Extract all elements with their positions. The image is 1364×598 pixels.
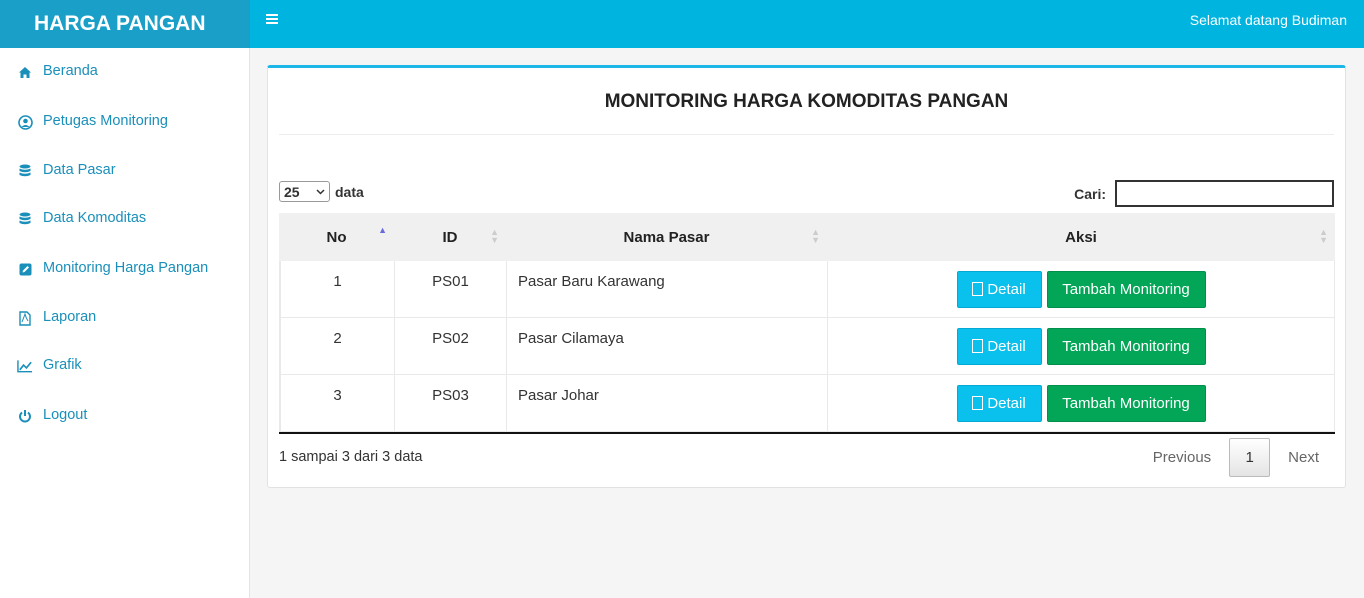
table-row: 1 PS01 Pasar Baru Karawang Detail Tambah…: [279, 261, 1335, 318]
sidebar-item-beranda[interactable]: Beranda: [0, 52, 249, 92]
table-header: No ▲ ID ▲ ▼ Nama Pasar ▲ ▼ Aksi ▲ ▼: [279, 213, 1335, 261]
file-icon: [972, 396, 984, 410]
cell-no: 3: [279, 375, 394, 432]
detail-button-label: Detail: [987, 280, 1026, 298]
monitoring-panel: MONITORING HARGA KOMODITAS PANGAN 25 dat…: [267, 65, 1346, 488]
sidebar-item-label: Grafik: [43, 357, 82, 373]
cell-no: 1: [279, 261, 394, 318]
table-row: 3 PS03 Pasar Johar Detail Tambah Monitor…: [279, 375, 1335, 432]
detail-button-label: Detail: [987, 394, 1026, 412]
sidebar-item-label: Petugas Monitoring: [43, 113, 168, 129]
page-length-select[interactable]: 25: [279, 181, 330, 202]
column-header-no[interactable]: No ▲: [279, 213, 394, 261]
sidebar-item-label: Monitoring Harga Pangan: [43, 260, 209, 276]
cell-id: PS01: [394, 261, 506, 318]
page-length-value: 25: [284, 183, 300, 200]
table-info: 1 sampai 3 dari 3 data: [279, 449, 423, 465]
pasar-table: No ▲ ID ▲ ▼ Nama Pasar ▲ ▼ Aksi ▲ ▼ 1 PS01 …: [279, 213, 1335, 434]
cell-aksi: Detail Tambah Monitoring: [827, 261, 1335, 318]
welcome-text: Selamat datang Budiman: [1189, 12, 1347, 28]
column-header-label: ID: [442, 228, 458, 246]
home-icon: [17, 64, 33, 80]
page-title: MONITORING HARGA KOMODITAS PANGAN: [604, 91, 1009, 112]
sidebar-item-label: Laporan: [43, 309, 97, 325]
sidebar-item-label: Data Komoditas: [43, 210, 147, 226]
sidebar-item-petugas-monitoring[interactable]: Petugas Monitoring: [0, 102, 249, 142]
sidebar-item-monitoring-harga-pangan[interactable]: Monitoring Harga Pangan: [0, 249, 249, 289]
search-input[interactable]: [1115, 180, 1334, 207]
detail-button[interactable]: Detail: [956, 327, 1042, 365]
cell-id: PS02: [394, 318, 506, 375]
sort-icon: ▲ ▼: [811, 227, 820, 245]
cell-id: PS03: [394, 375, 506, 432]
cell-aksi: Detail Tambah Monitoring: [827, 318, 1335, 375]
sidebar-item-label: Data Pasar: [43, 162, 116, 178]
detail-button[interactable]: Detail: [956, 270, 1042, 308]
edit-icon: [17, 261, 33, 277]
column-header-nama-pasar[interactable]: Nama Pasar ▲ ▼: [506, 213, 827, 261]
detail-button[interactable]: Detail: [956, 384, 1042, 422]
column-header-aksi[interactable]: Aksi ▲ ▼: [827, 213, 1335, 261]
sidebar-item-data-komoditas[interactable]: Data Komoditas: [0, 199, 249, 239]
page-length-label: data: [335, 183, 364, 200]
cell-aksi: Detail Tambah Monitoring: [827, 375, 1335, 432]
sidebar-item-label: Beranda: [43, 63, 98, 79]
app-brand[interactable]: HARGA PANGAN: [0, 0, 250, 48]
line-chart-icon: [17, 358, 33, 374]
database-icon: [17, 163, 33, 179]
database-icon: [17, 211, 33, 227]
sort-asc-icon: ▲: [378, 225, 387, 235]
divider: [279, 134, 1334, 135]
hamburger-menu-icon[interactable]: [266, 14, 280, 28]
pagination: Previous 1 Next: [1138, 438, 1334, 477]
table-bottom-border: [279, 432, 1335, 434]
user-circle-icon: [17, 114, 33, 130]
page-length-control: 25 data: [279, 181, 364, 202]
column-header-label: Aksi: [1065, 228, 1097, 246]
power-icon: [17, 408, 33, 424]
chevron-down-icon: [316, 188, 325, 195]
next-page-button[interactable]: Next: [1273, 449, 1334, 466]
sidebar-item-data-pasar[interactable]: Data Pasar: [0, 151, 249, 191]
cell-no: 2: [279, 318, 394, 375]
tambah-monitoring-button[interactable]: Tambah Monitoring: [1046, 327, 1206, 365]
file-icon: [972, 282, 984, 296]
tambah-monitoring-button[interactable]: Tambah Monitoring: [1046, 270, 1206, 308]
sidebar-item-logout[interactable]: Logout: [0, 396, 249, 436]
cell-nama-pasar: Pasar Baru Karawang: [506, 261, 827, 318]
top-navbar: Selamat datang Budiman: [250, 0, 1364, 48]
sidebar-item-label: Logout: [43, 407, 88, 423]
cell-nama-pasar: Pasar Cilamaya: [506, 318, 827, 375]
tambah-monitoring-button[interactable]: Tambah Monitoring: [1046, 384, 1206, 422]
file-icon: [972, 339, 984, 353]
sidebar-item-laporan[interactable]: Laporan: [0, 298, 249, 338]
previous-page-button[interactable]: Previous: [1138, 449, 1226, 466]
sidebar: Beranda Petugas Monitoring Data Pasar Da…: [0, 48, 250, 598]
table-row: 2 PS02 Pasar Cilamaya Detail Tambah Moni…: [279, 318, 1335, 375]
page-1-button[interactable]: 1: [1229, 438, 1271, 477]
column-header-label: No: [326, 228, 347, 246]
sidebar-item-grafik[interactable]: Grafik: [0, 346, 249, 386]
detail-button-label: Detail: [987, 337, 1026, 355]
search-control: Cari:: [1074, 180, 1334, 207]
pdf-file-icon: [17, 310, 33, 326]
sort-icon: ▲ ▼: [490, 227, 499, 245]
column-header-id[interactable]: ID ▲ ▼: [394, 213, 506, 261]
cell-nama-pasar: Pasar Johar: [506, 375, 827, 432]
sort-icon: ▲ ▼: [1319, 227, 1328, 245]
search-label: Cari:: [1074, 185, 1106, 202]
column-header-label: Nama Pasar: [623, 228, 710, 246]
